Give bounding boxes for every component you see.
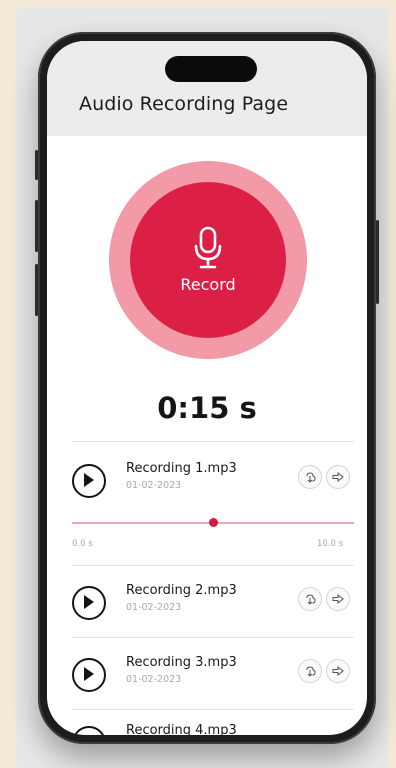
recording-item-3[interactable]: Recording 3.mp3 01-02-2023 <box>47 655 367 715</box>
play-button[interactable] <box>72 658 106 692</box>
play-icon <box>84 473 94 487</box>
recording-date: 01-02-2023 <box>126 602 182 613</box>
recording-name: Recording 2.mp3 <box>126 583 237 598</box>
divider <box>72 441 354 442</box>
share-arrow-icon <box>332 593 344 605</box>
recording-name: Recording 1.mp3 <box>126 461 237 476</box>
record-button[interactable]: Record <box>130 182 286 338</box>
recording-date: 01-02-2023 <box>126 674 182 685</box>
download-icon <box>306 594 316 605</box>
divider <box>72 637 354 638</box>
divider <box>72 565 354 566</box>
share-button[interactable] <box>326 659 350 683</box>
recording-date: 01-02-2023 <box>126 480 182 491</box>
download-icon <box>306 666 316 677</box>
recording-timer: 0:15 s <box>157 391 257 425</box>
slider-end-label: 10.0 s <box>317 539 344 549</box>
volume-down-button <box>35 264 38 316</box>
recording-name: Recording 4.mp3 <box>126 723 237 735</box>
dynamic-island <box>165 56 257 82</box>
play-button[interactable] <box>72 726 106 735</box>
share-arrow-icon <box>332 471 344 483</box>
phone-frame: Audio Recording Page Record 0:15 s Recor… <box>35 32 379 744</box>
download-icon <box>306 472 316 483</box>
power-button <box>376 220 379 304</box>
side-button <box>35 150 38 180</box>
app-screen: Audio Recording Page Record 0:15 s Recor… <box>47 41 367 735</box>
share-arrow-icon <box>332 665 344 677</box>
microphone-icon <box>194 226 222 269</box>
play-icon <box>84 667 94 681</box>
recording-name: Recording 3.mp3 <box>126 655 237 670</box>
play-button[interactable] <box>72 464 106 498</box>
recording-item-2[interactable]: Recording 2.mp3 01-02-2023 <box>47 583 367 643</box>
play-icon <box>84 595 94 609</box>
share-button[interactable] <box>326 465 350 489</box>
recording-item-1[interactable]: Recording 1.mp3 01-02-2023 <box>47 461 367 521</box>
download-button[interactable] <box>298 587 322 611</box>
page-title: Audio Recording Page <box>79 93 289 115</box>
record-button-ring[interactable]: Record <box>109 161 307 359</box>
volume-up-button <box>35 200 38 252</box>
play-button[interactable] <box>72 586 106 620</box>
slider-start-label: 0.0 s <box>72 539 93 549</box>
share-button[interactable] <box>326 587 350 611</box>
slider-knob[interactable] <box>208 518 218 527</box>
playback-slider[interactable] <box>72 513 354 533</box>
divider <box>72 709 354 710</box>
download-button[interactable] <box>298 659 322 683</box>
record-label: Record <box>180 275 236 294</box>
download-button[interactable] <box>298 465 322 489</box>
recording-item-4[interactable]: Recording 4.mp3 <box>47 723 367 735</box>
